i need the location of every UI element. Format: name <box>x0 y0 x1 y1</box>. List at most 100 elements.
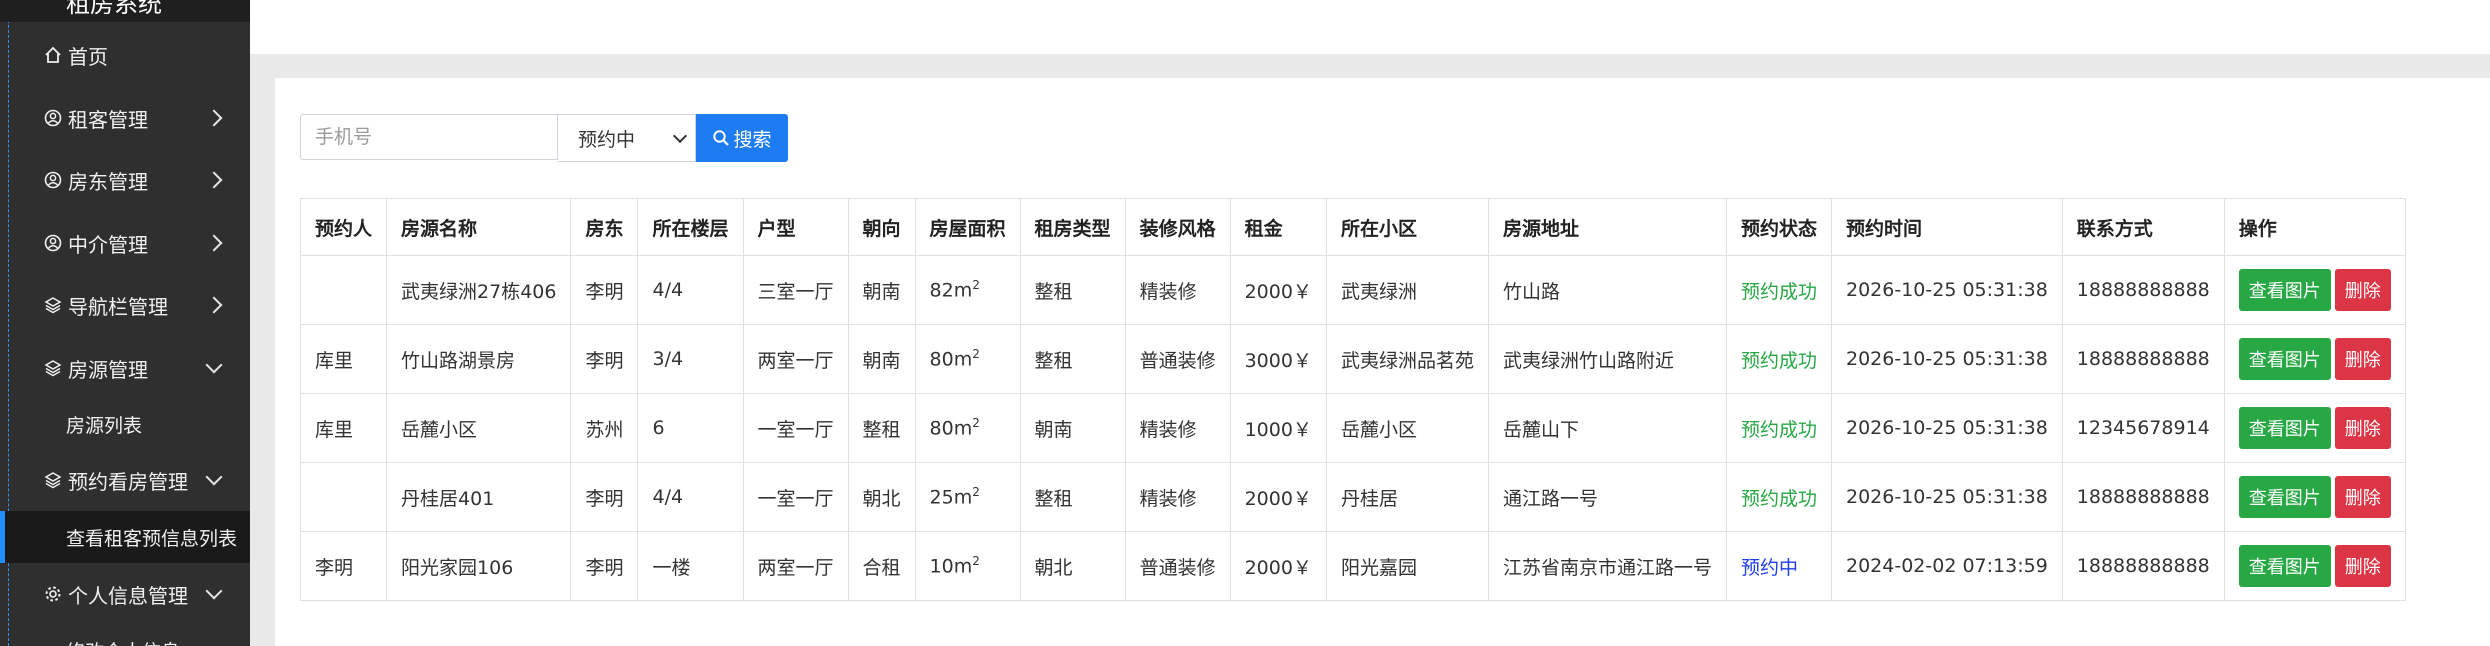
search-button-label: 搜索 <box>733 128 772 151</box>
sidebar-item-home[interactable]: 首页 <box>0 24 250 86</box>
cell-status: 预约成功 <box>1725 324 1832 394</box>
column-header: 所在楼层 <box>637 198 744 256</box>
sidebar-item-listings[interactable]: 房源管理 <box>0 337 250 399</box>
chevron-down-icon <box>205 356 223 374</box>
user-circle-icon <box>40 234 66 252</box>
cell-community: 丹桂居 <box>1325 462 1489 532</box>
user-circle-icon <box>40 109 66 127</box>
cell-time: 2024-02-02 07:13:59 <box>1830 531 2063 601</box>
table-header-row: 预约人 房源名称 房东 所在楼层 户型 朝向 房屋面积 租房类型 装修风格 租金 所在小区 房源地址预… <box>299 198 2406 256</box>
reservation-table: 预约人 房源名称 房东 所在楼层 户型 朝向 房屋面积 租房类型 装修风格 租金 所在小区 房源地址预… <box>299 198 2406 601</box>
cell-rent: 1000￥ <box>1229 393 1327 463</box>
sidebar-item-label: 首页 <box>68 44 108 69</box>
sidebar-header: 租房系统 <box>0 0 250 22</box>
sidebar-item-profile[interactable]: 个人信息管理 <box>0 563 250 625</box>
sidebar-subitem-viewing-list[interactable]: 查看租客预信息列表 <box>0 511 250 563</box>
cell-area: 82m2 <box>914 255 1021 325</box>
cell-time: 2026-10-25 05:31:38 <box>1830 393 2063 463</box>
chevron-right-icon <box>205 171 223 189</box>
layers-icon <box>40 471 66 489</box>
cell-orient: 朝南 <box>847 324 916 394</box>
column-header: 联系方式 <box>2061 198 2225 256</box>
gear-icon <box>40 585 66 603</box>
column-header: 房东 <box>570 198 639 256</box>
cell-person: 李明 <box>299 531 388 601</box>
search-bar: 预约中 搜索 <box>300 114 788 162</box>
cell-person: 库里 <box>299 393 388 463</box>
sidebar-subitem-label: 查看租客预信息列表 <box>66 527 238 550</box>
cell-type: 朝南 <box>1019 393 1126 463</box>
column-header: 房屋面积 <box>914 198 1021 256</box>
cell-orient: 朝南 <box>847 255 916 325</box>
chevron-right-icon <box>205 109 223 127</box>
delete-button[interactable]: 删除 <box>2334 476 2391 518</box>
column-header: 朝向 <box>847 198 916 256</box>
cell-landlord: 苏州 <box>570 393 639 463</box>
status-select[interactable]: 预约中 <box>558 114 696 162</box>
cell-address: 竹山路 <box>1487 255 1727 325</box>
sidebar-subitem-edit-profile[interactable]: 修改个人信息 <box>0 624 250 646</box>
cell-orient: 朝北 <box>847 462 916 532</box>
cell-floor: 6 <box>637 393 744 463</box>
sidebar-item-tenants[interactable]: 租客管理 <box>0 87 250 149</box>
delete-button[interactable]: 删除 <box>2334 269 2391 311</box>
delete-button[interactable]: 删除 <box>2334 407 2391 449</box>
cell-address: 通江路一号 <box>1487 462 1727 532</box>
search-button[interactable]: 搜索 <box>696 114 788 162</box>
cell-time: 2026-10-25 05:31:38 <box>1830 324 2063 394</box>
cell-name: 阳光家园106 <box>386 531 572 601</box>
cell-deco: 精装修 <box>1124 255 1231 325</box>
sidebar-subitem-label: 房源列表 <box>66 414 143 437</box>
cell-address: 岳麓山下 <box>1487 393 1727 463</box>
cell-type: 整租 <box>1019 255 1126 325</box>
view-images-button[interactable]: 查看图片 <box>2238 269 2331 311</box>
cell-area: 80m2 <box>914 324 1021 394</box>
cell-name: 岳麓小区 <box>386 393 572 463</box>
cell-layout: 一室一厅 <box>742 462 849 532</box>
view-images-button[interactable]: 查看图片 <box>2238 338 2331 380</box>
sidebar-item-label: 租客管理 <box>68 107 148 132</box>
cell-actions: 查看图片 删除 <box>2223 462 2406 532</box>
sidebar-item-landlords[interactable]: 房东管理 <box>0 149 250 211</box>
cell-community: 岳麓小区 <box>1325 393 1489 463</box>
cell-name: 竹山路湖景房 <box>386 324 572 394</box>
cell-area: 10m2 <box>914 531 1021 601</box>
cell-community: 武夷绿洲 <box>1325 255 1489 325</box>
app-logo-text: 租房系统 <box>66 0 162 18</box>
delete-button[interactable]: 删除 <box>2334 545 2391 587</box>
table-row: 库里 岳麓小区 苏州 6 一室一厅 整租 80m2 朝南 精装修 1000￥ 岳麓小区 岳麓山下 预约成… <box>299 393 2406 463</box>
cell-type: 整租 <box>1019 324 1126 394</box>
chevron-down-icon <box>672 128 688 143</box>
cell-area: 80m2 <box>914 393 1021 463</box>
cell-type: 整租 <box>1019 462 1126 532</box>
cell-contact: 18888888888 <box>2061 255 2225 325</box>
sidebar-item-navbar[interactable]: 导航栏管理 <box>0 274 250 336</box>
cell-contact: 18888888888 <box>2061 462 2225 532</box>
cell-person <box>299 255 388 325</box>
sidebar-item-agents[interactable]: 中介管理 <box>0 212 250 274</box>
cell-address: 江苏省南京市通江路一号 <box>1487 531 1727 601</box>
delete-button[interactable]: 删除 <box>2334 338 2391 380</box>
sidebar-item-viewings[interactable]: 预约看房管理 <box>0 449 250 511</box>
view-images-button[interactable]: 查看图片 <box>2238 545 2331 587</box>
cell-contact: 18888888888 <box>2061 324 2225 394</box>
cell-community: 阳光嘉园 <box>1325 531 1489 601</box>
content-divider <box>250 54 2490 78</box>
cell-actions: 查看图片 删除 <box>2223 531 2406 601</box>
sidebar-item-label: 预约看房管理 <box>68 469 188 494</box>
sidebar-item-label: 个人信息管理 <box>68 583 188 608</box>
sidebar: 租房系统 首页 租客管理 房东管理 中介管理 导航栏管理 房源管理 房源列表 预… <box>0 0 250 646</box>
cell-rent: 2000￥ <box>1229 255 1327 325</box>
column-header: 租金 <box>1229 198 1327 256</box>
cell-area: 25m2 <box>914 462 1021 532</box>
sidebar-subitem-listing-list[interactable]: 房源列表 <box>0 398 250 450</box>
chevron-down-icon <box>205 582 223 600</box>
view-images-button[interactable]: 查看图片 <box>2238 407 2331 449</box>
phone-search-input[interactable] <box>300 114 558 160</box>
sidebar-item-label: 导航栏管理 <box>68 294 168 319</box>
sidebar-subitem-label: 修改个人信息 <box>66 637 180 646</box>
sidebar-item-label: 房东管理 <box>68 169 148 194</box>
chevron-down-icon <box>205 468 223 486</box>
cell-person <box>299 462 388 532</box>
view-images-button[interactable]: 查看图片 <box>2238 476 2331 518</box>
